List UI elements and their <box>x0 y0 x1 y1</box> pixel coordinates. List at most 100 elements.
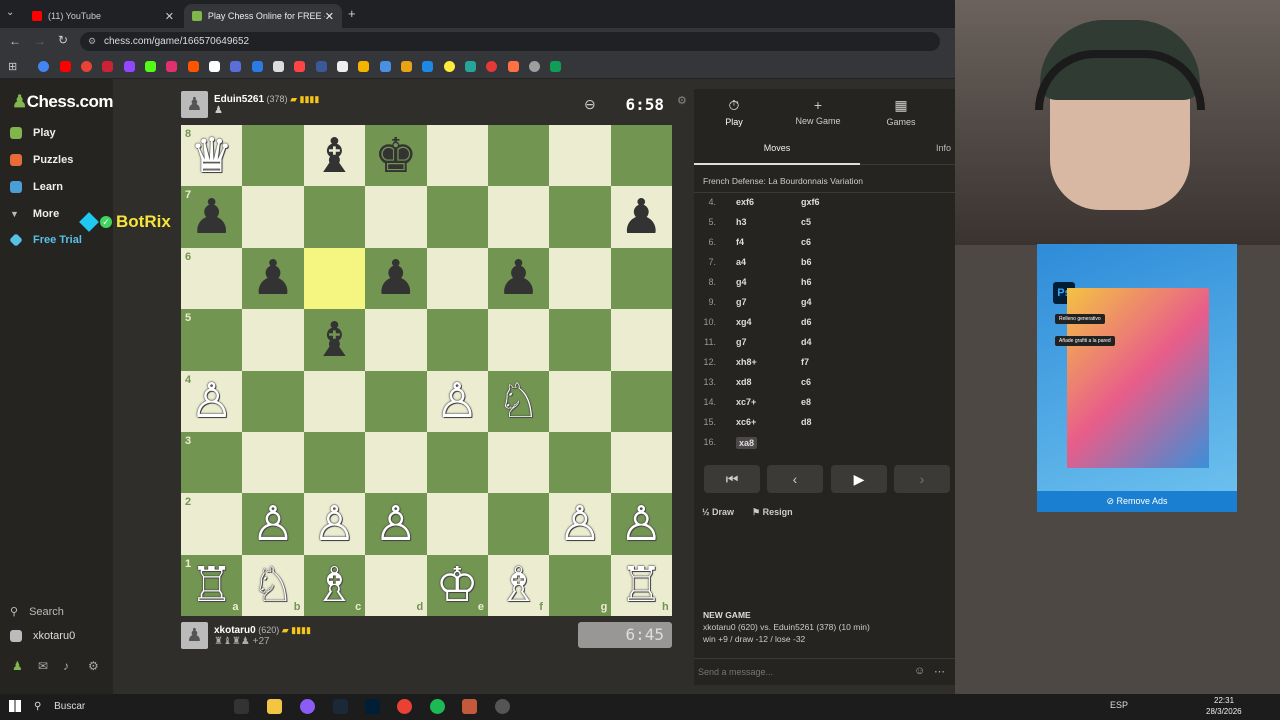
white-move[interactable]: g4 <box>736 277 747 287</box>
apps-grid-icon[interactable]: ⊞ <box>8 60 17 73</box>
bookmark-icon[interactable] <box>401 61 412 72</box>
system-tray[interactable]: ESP <box>1110 700 1128 710</box>
sidebar-item-play[interactable]: Play <box>10 127 56 139</box>
square-h5[interactable] <box>610 309 673 371</box>
bookmark-icon[interactable] <box>252 61 263 72</box>
piece-b2[interactable]: ♙ <box>242 493 303 554</box>
settings-icon[interactable]: ⚙ <box>88 659 99 673</box>
square-d4[interactable] <box>365 370 427 432</box>
square-b4[interactable] <box>242 370 304 432</box>
sidebar-item-free-trial[interactable]: Free Trial <box>9 233 82 247</box>
piece-b6[interactable]: ♟ <box>242 248 303 309</box>
tab-youtube[interactable]: (11) YouTube ✕ <box>24 4 182 28</box>
bookmark-icon[interactable] <box>145 61 156 72</box>
bookmark-icon[interactable] <box>358 61 369 72</box>
square-g4[interactable] <box>549 370 611 432</box>
piece-f1[interactable]: ♗ <box>488 555 549 616</box>
sidebar-search[interactable]: ⚲ Search <box>10 605 64 619</box>
bookmark-icon[interactable] <box>102 61 113 72</box>
bell-icon[interactable]: ♪ <box>63 659 69 673</box>
piece-h2[interactable]: ♙ <box>611 493 672 554</box>
square-b8[interactable] <box>242 125 304 187</box>
square-b5[interactable] <box>242 309 304 371</box>
square-f8[interactable] <box>487 125 550 187</box>
taskbar-app-icon[interactable] <box>495 699 510 714</box>
white-move[interactable]: xc7+ <box>736 397 756 407</box>
white-move[interactable]: f4 <box>736 237 744 247</box>
bookmark-icon[interactable] <box>465 61 476 72</box>
url-field[interactable]: ⚙ chess.com/game/166570649652 <box>80 32 940 51</box>
black-move[interactable]: c5 <box>801 217 811 227</box>
square-f5[interactable] <box>487 309 550 371</box>
chess-logo[interactable]: ♟Chess.com <box>12 92 113 112</box>
bookmark-icon[interactable] <box>508 61 519 72</box>
tab-info[interactable]: Info <box>860 137 955 165</box>
square-g3[interactable] <box>549 431 611 494</box>
white-move[interactable]: xd8 <box>736 377 752 387</box>
square-e8[interactable] <box>426 125 488 187</box>
more-options-icon[interactable]: ⋯ <box>934 665 945 678</box>
white-move[interactable]: xh8+ <box>736 357 757 367</box>
square-f3[interactable] <box>487 431 550 494</box>
square-h3[interactable] <box>610 431 673 494</box>
black-move[interactable]: e8 <box>801 397 811 407</box>
square-c3[interactable] <box>303 431 366 494</box>
black-move[interactable]: f7 <box>801 357 809 367</box>
resign-button[interactable]: ⚑ Resign <box>752 507 793 518</box>
bookmark-icon[interactable] <box>380 61 391 72</box>
taskbar-app-icon[interactable] <box>234 699 249 714</box>
tab-new-game[interactable]: + New Game <box>783 97 853 126</box>
photoshop-icon[interactable] <box>365 699 380 714</box>
chrome-icon[interactable] <box>397 699 412 714</box>
square-g8[interactable] <box>549 125 611 187</box>
bookmark-icon[interactable] <box>124 61 135 72</box>
avatar[interactable]: ♟ <box>181 91 208 118</box>
piece-a7[interactable]: ♟ <box>181 186 242 247</box>
white-move[interactable]: exf6 <box>736 197 754 207</box>
piece-e1[interactable]: ♔ <box>427 555 488 616</box>
settings-gear-icon[interactable]: ⚙ <box>677 94 687 107</box>
black-move[interactable]: b6 <box>801 257 812 267</box>
white-move[interactable]: xg4 <box>736 317 752 327</box>
avatar[interactable]: ♟ <box>181 622 208 649</box>
bookmark-icon[interactable] <box>38 61 49 72</box>
bookmark-icon[interactable] <box>294 61 305 72</box>
draw-button[interactable]: ½ Draw <box>702 507 734 517</box>
white-move[interactable]: h3 <box>736 217 747 227</box>
mail-icon[interactable]: ✉ <box>38 659 48 673</box>
square-f7[interactable] <box>487 186 550 248</box>
forward-move-button[interactable]: › <box>894 465 950 493</box>
square-b7[interactable] <box>242 186 304 248</box>
piece-c5[interactable]: ♝ <box>304 309 365 370</box>
emoji-icon[interactable]: ☺ <box>914 665 925 677</box>
close-tab-icon[interactable]: ✕ <box>325 10 334 23</box>
black-move[interactable]: d8 <box>801 417 812 427</box>
next-move-button[interactable]: ▶ <box>831 465 887 493</box>
square-e3[interactable] <box>426 431 488 494</box>
piece-a8[interactable]: ♛ <box>181 125 242 186</box>
file-explorer-icon[interactable] <box>267 699 282 714</box>
square-g5[interactable] <box>549 309 611 371</box>
piece-c1[interactable]: ♗ <box>304 555 365 616</box>
taskbar-app-icon[interactable] <box>462 699 477 714</box>
tab-list-chevron-icon[interactable]: ⌄ <box>6 7 14 18</box>
site-info-icon[interactable]: ⚙ <box>88 32 96 51</box>
remove-ads-button[interactable]: ⊘ Remove Ads <box>1037 491 1237 512</box>
first-move-button[interactable]: ⏮ <box>704 465 760 493</box>
square-b3[interactable] <box>242 431 304 494</box>
tab-play[interactable]: ⏱ Play <box>699 97 769 127</box>
black-move[interactable]: d6 <box>801 317 812 327</box>
bookmark-icon[interactable] <box>444 61 455 72</box>
bookmark-icon[interactable] <box>188 61 199 72</box>
tab-moves[interactable]: Moves <box>694 137 860 165</box>
square-g7[interactable] <box>549 186 611 248</box>
square-e2[interactable] <box>426 493 488 555</box>
taskbar-app-icon[interactable] <box>300 699 315 714</box>
chat-input[interactable] <box>694 663 904 681</box>
steam-icon[interactable] <box>333 699 348 714</box>
piece-h7[interactable]: ♟ <box>611 186 672 247</box>
piece-c8[interactable]: ♝ <box>304 125 365 186</box>
bookmark-icon[interactable] <box>209 61 220 72</box>
sidebar-item-more[interactable]: ▼ More <box>10 208 59 220</box>
chess-board[interactable]: 8 7 6 5 4 3 2 1 a b c d e f g h ♛ ♝ ♚ ♟ ♟ ♟ ♟ ♟ ♝ ♙ ♙ ♘ ♙ ♙ ♙ ♙ ♙ ♖ ♘ ♗ ♔ ♗ ♖ <box>181 125 673 617</box>
